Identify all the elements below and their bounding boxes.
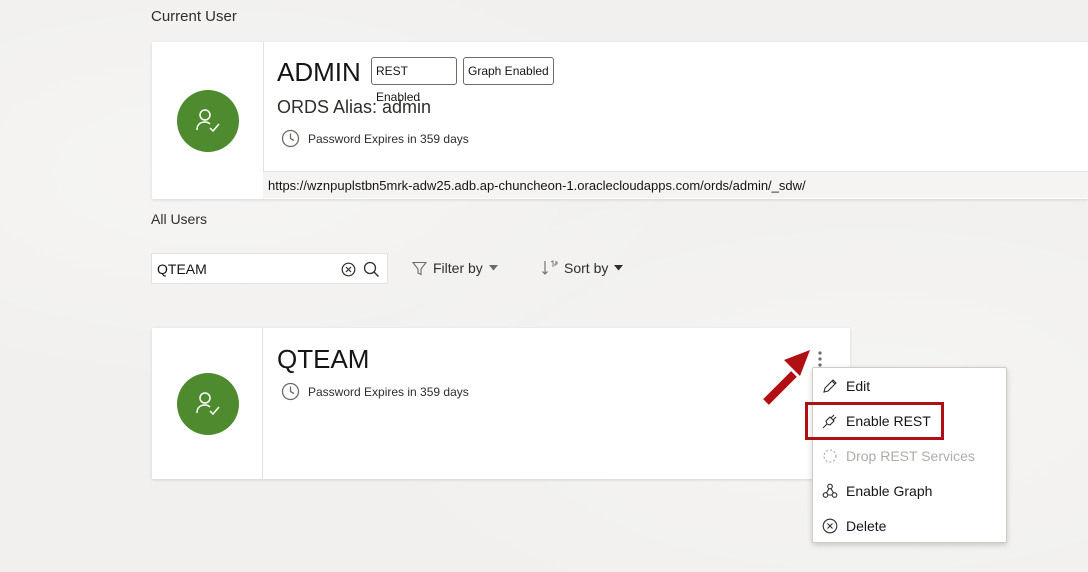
search-icon[interactable] <box>363 261 380 278</box>
password-expiry-text: Password Expires in 359 days <box>308 384 469 399</box>
clock-icon <box>281 382 300 401</box>
menu-item-label: Drop REST Services <box>846 447 975 464</box>
ords-alias: ORDS Alias: admin <box>277 97 432 117</box>
search-box <box>151 253 388 284</box>
clock-icon <box>281 129 300 148</box>
highlight-box <box>805 402 944 440</box>
user-card-name: QTEAM <box>277 344 370 374</box>
clear-search-icon[interactable] <box>341 262 356 277</box>
user-check-icon <box>196 392 220 416</box>
user-card <box>152 328 850 479</box>
avatar-column <box>152 42 264 199</box>
user-check-icon <box>196 109 220 133</box>
current-user-heading: Current User <box>151 8 237 25</box>
circle-x-icon <box>822 518 838 533</box>
graph-enabled-badge: Graph Enabled <box>463 57 554 85</box>
sort-by-button[interactable]: Sort by <box>541 260 624 276</box>
filter-by-button[interactable]: Filter by <box>412 260 498 276</box>
password-expiry: Password Expires in 359 days <box>281 382 469 401</box>
menu-item-enable-graph[interactable]: Enable Graph <box>813 473 1006 508</box>
menu-item-drop-rest-services: Drop REST Services <box>813 438 1006 473</box>
all-users-heading: All Users <box>151 211 208 227</box>
pencil-icon <box>823 378 837 393</box>
rest-enabled-badge: REST Enabled <box>371 57 457 104</box>
caret-down-icon <box>488 265 498 271</box>
current-user-name: ADMIN <box>277 57 361 87</box>
funnel-icon <box>412 261 427 275</box>
password-expiry-text: Password Expires in 359 days <box>308 131 469 146</box>
annotation-arrow-icon <box>763 350 810 405</box>
filter-by-label: Filter by <box>433 260 483 276</box>
sort-by-label: Sort by <box>564 260 609 276</box>
search-input[interactable] <box>152 254 332 283</box>
menu-item-label: Enable Graph <box>846 482 933 499</box>
ords-url[interactable]: https://wznpuplstbn5mrk-adw25.adb.ap-chu… <box>263 171 1088 198</box>
caret-down-icon <box>614 265 624 271</box>
menu-item-label: Delete <box>846 517 887 534</box>
context-menu: Edit Enable REST Drop REST Services Enab… <box>812 367 1007 543</box>
more-actions-icon[interactable] <box>815 349 825 369</box>
dashed-circle-icon <box>823 448 837 463</box>
password-expiry: Password Expires in 359 days <box>281 129 469 148</box>
menu-item-label: Edit <box>846 377 871 394</box>
avatar <box>177 373 239 435</box>
menu-item-delete[interactable]: Delete <box>813 508 1006 543</box>
avatar-column <box>152 328 263 479</box>
graph-nodes-icon <box>822 483 838 498</box>
sort-icon <box>542 260 558 275</box>
avatar <box>177 90 239 152</box>
menu-item-edit[interactable]: Edit <box>813 368 1006 403</box>
